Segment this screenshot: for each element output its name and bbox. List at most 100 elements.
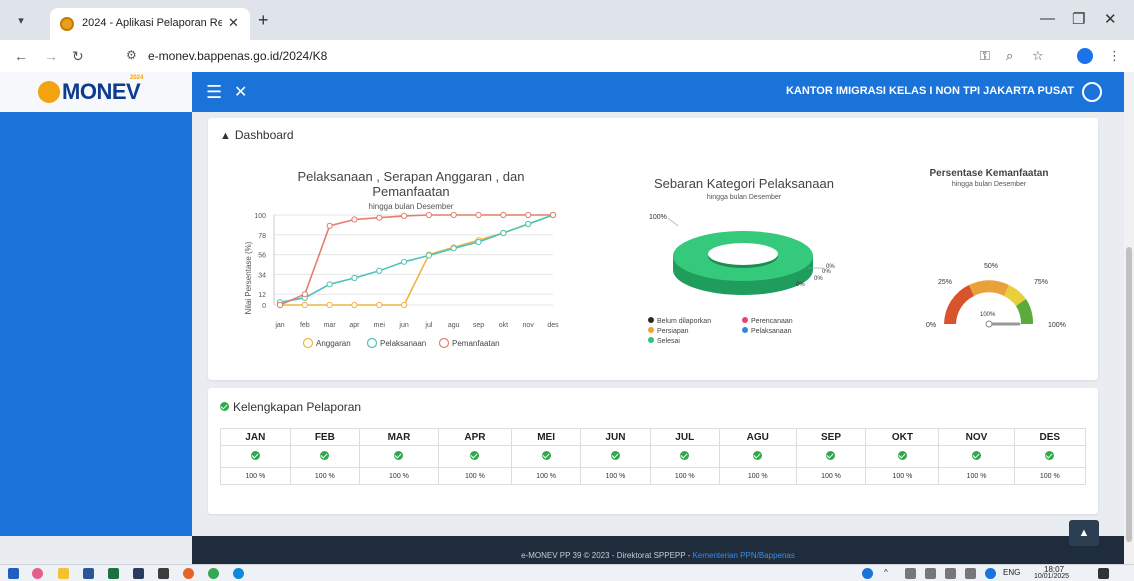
edge-icon[interactable]	[233, 568, 244, 579]
line-series-pelaksanaan[interactable]	[279, 214, 554, 304]
tab-list-chevron-icon[interactable]: ▾	[12, 12, 30, 30]
donut-legend-label[interactable]: Pelaksanaan	[751, 328, 792, 335]
tray-icon[interactable]	[905, 568, 916, 579]
logo-area[interactable]: MONEV 2024	[0, 72, 192, 112]
data-point[interactable]	[425, 252, 433, 259]
data-point[interactable]	[500, 229, 507, 237]
scrollbar-thumb[interactable]	[1126, 247, 1132, 542]
new-tab-icon[interactable]: +	[258, 10, 269, 31]
data-point[interactable]	[525, 220, 532, 228]
excel-icon[interactable]	[108, 568, 119, 579]
profile-avatar-icon[interactable]	[1077, 48, 1093, 64]
donut-legend-marker[interactable]	[648, 337, 654, 343]
chrome-icon[interactable]	[208, 568, 219, 579]
data-point[interactable]	[475, 211, 482, 219]
x-tick-label: apr	[349, 322, 360, 329]
data-point[interactable]	[450, 245, 457, 252]
notification-icon[interactable]	[1098, 568, 1109, 579]
data-point[interactable]	[301, 301, 308, 309]
url-field[interactable]: e-monev.bappenas.go.id/2024/K8	[148, 49, 327, 63]
donut-legend-label[interactable]: Selesai	[657, 338, 680, 345]
data-point[interactable]	[525, 211, 532, 219]
donut-legend-marker[interactable]	[648, 317, 654, 323]
donut-legend-label[interactable]: Persiapan	[657, 328, 689, 335]
donut-legend-marker[interactable]	[742, 317, 748, 323]
donut-legend-label[interactable]: Perencanaan	[751, 318, 793, 325]
menu-toggle-icon[interactable]: ☰	[206, 82, 222, 103]
page-scrollbar[interactable]	[1124, 72, 1134, 564]
data-point[interactable]	[400, 212, 408, 220]
data-point[interactable]	[351, 301, 358, 309]
volume-icon[interactable]	[965, 568, 976, 579]
month-status-feb	[289, 445, 361, 468]
minimize-icon[interactable]: —	[1040, 10, 1055, 27]
fullscreen-icon[interactable]: ✕	[234, 82, 247, 102]
line-series-pemanfaatan[interactable]	[279, 214, 553, 306]
restore-icon[interactable]: ❐	[1072, 10, 1085, 28]
tray-icon[interactable]	[925, 568, 936, 579]
data-point[interactable]	[475, 238, 482, 246]
data-point[interactable]	[425, 211, 433, 219]
clock-date[interactable]: 10/01/2025	[1034, 573, 1069, 580]
data-point[interactable]	[549, 211, 557, 219]
month-header-agu: AGU	[718, 428, 797, 446]
month-status-jun	[580, 445, 651, 468]
data-point[interactable]	[351, 274, 358, 282]
data-point[interactable]	[376, 214, 383, 221]
main-content: ▲ Dashboard Pelaksanaan , Serapan Anggara…	[192, 112, 1124, 536]
donut-legend-label[interactable]: Belum dilaporkan	[657, 318, 711, 325]
donut-legend-marker[interactable]	[742, 327, 748, 333]
data-point[interactable]	[500, 211, 507, 219]
photoshop-icon[interactable]	[133, 568, 144, 579]
scroll-to-top-button[interactable]: ▲	[1069, 520, 1099, 546]
language-indicator[interactable]: ENG	[1003, 568, 1020, 577]
window-close-icon[interactable]: ✕	[1104, 10, 1117, 28]
bookmark-star-icon[interactable]: ☆	[1032, 48, 1044, 64]
month-percent-jul: 100 %	[649, 467, 720, 485]
back-icon[interactable]: ←	[14, 48, 28, 64]
data-point[interactable]	[400, 258, 408, 265]
bluetooth-icon[interactable]	[985, 568, 996, 579]
data-point[interactable]	[351, 216, 358, 223]
gauge-label-0: 0%	[926, 322, 936, 329]
data-point[interactable]	[326, 301, 333, 309]
legend-label[interactable]: Anggaran	[316, 339, 351, 348]
copilot-icon[interactable]	[32, 568, 43, 579]
word-icon[interactable]	[83, 568, 94, 579]
key-icon[interactable]: ⚿	[980, 48, 990, 64]
data-point[interactable]	[276, 301, 284, 309]
legend-label[interactable]: Pelaksanaan	[380, 339, 426, 348]
file-explorer-icon[interactable]	[58, 568, 69, 579]
forward-icon[interactable]: →	[44, 48, 58, 64]
illustrator-icon[interactable]	[158, 568, 169, 579]
x-tick-label: mar	[324, 322, 337, 329]
user-account-icon[interactable]	[1082, 82, 1102, 102]
reload-icon[interactable]: ↻	[72, 48, 84, 65]
browser-tab[interactable]: 2024 - Aplikasi Pelaporan Realis ✕	[50, 8, 250, 40]
line-series-anggaran[interactable]	[280, 214, 554, 306]
legend-label[interactable]: Pemanfaatan	[452, 339, 500, 348]
legend-marker[interactable]	[302, 337, 314, 349]
data-point[interactable]	[450, 211, 457, 219]
zoom-icon[interactable]: ⌕	[1006, 48, 1013, 64]
browser-menu-icon[interactable]: ⋮	[1108, 48, 1121, 64]
wifi-icon[interactable]	[945, 568, 956, 579]
legend-marker[interactable]	[366, 337, 378, 349]
data-point[interactable]	[326, 222, 333, 229]
tab-title: 2024 - Aplikasi Pelaporan Realis	[82, 17, 222, 29]
donut-legend-marker[interactable]	[648, 327, 654, 333]
app-icon[interactable]	[183, 568, 194, 579]
legend-marker[interactable]	[438, 337, 450, 349]
data-point[interactable]	[376, 267, 383, 274]
windows-start-icon[interactable]	[8, 568, 19, 579]
tray-chevron-icon[interactable]: ^	[884, 568, 888, 577]
help-icon[interactable]	[862, 568, 873, 579]
data-point[interactable]	[301, 291, 308, 298]
data-point[interactable]	[400, 301, 408, 309]
month-percent-agu: 100 %	[718, 467, 797, 485]
data-point[interactable]	[326, 281, 333, 288]
data-point[interactable]	[376, 301, 383, 309]
tab-close-icon[interactable]: ✕	[228, 15, 239, 31]
footer-link[interactable]: Kementerian PPN/Bappenas	[693, 551, 795, 560]
site-info-icon[interactable]: ⚙	[126, 48, 137, 62]
